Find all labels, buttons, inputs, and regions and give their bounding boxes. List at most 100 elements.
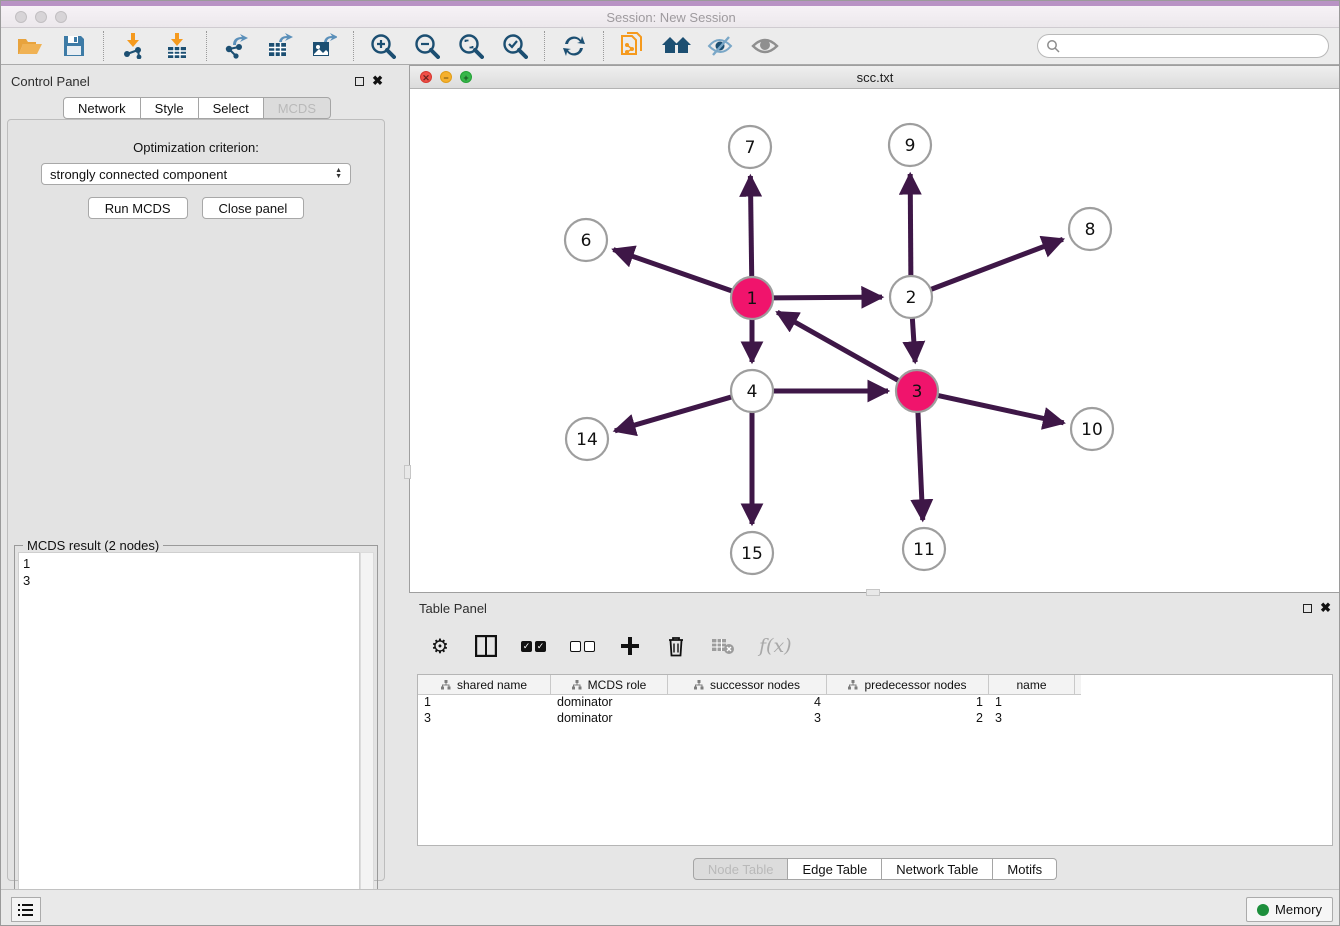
table-cell[interactable]: dominator [551,695,668,711]
close-table-panel-icon[interactable]: ✖ [1320,603,1331,613]
table-panel-header: Table Panel ✖ [409,596,1340,620]
close-panel-button[interactable]: Close panel [202,197,305,219]
select-stepper-icon: ▲▼ [335,168,342,180]
tab-mcds[interactable]: MCDS [264,97,331,119]
export-network-icon[interactable] [221,32,251,60]
table-cell[interactable]: 3 [668,711,827,727]
optimization-criterion-label: Optimization criterion: [8,140,384,155]
float-panel-icon[interactable] [355,77,364,86]
save-session-icon[interactable] [59,32,89,60]
hide-panel-icon[interactable] [706,32,736,60]
table-cell[interactable]: dominator [551,711,668,727]
edge-2-3[interactable] [912,317,915,362]
delete-icon[interactable] [665,633,687,659]
import-network-icon[interactable] [118,32,148,60]
zoom-out-icon[interactable] [412,32,442,60]
graph-node-label: 9 [905,136,916,156]
table-panel: Table Panel ✖ ⚙ ✓✓ f(x) shared nameMCDS … [409,596,1340,889]
tab-edge-table[interactable]: Edge Table [788,858,882,880]
network-graph[interactable]: 7968124314101511 [410,89,1340,592]
column-header-MCDS-role[interactable]: MCDS role [551,675,668,695]
import-table-icon[interactable] [162,32,192,60]
home-icon[interactable] [662,32,692,60]
table-cell[interactable]: 2 [827,711,989,727]
splitter-grip-horizontal[interactable] [866,589,880,596]
tab-network[interactable]: Network [63,97,141,119]
node-table[interactable]: shared name MCDS role successor nodes prede… [417,674,1333,846]
show-panel-icon[interactable] [750,32,780,60]
open-file-icon[interactable] [15,32,45,60]
edge-2-9[interactable] [910,174,911,277]
result-scrollbar[interactable] [360,552,374,923]
tab-network-table[interactable]: Network Table [882,858,993,880]
edge-2-8[interactable] [930,239,1063,290]
tab-style[interactable]: Style [141,97,199,119]
column-header-shared-name[interactable]: shared name [418,675,551,695]
search-input[interactable] [1037,34,1329,58]
control-panel-header: Control Panel ✖ [1,69,393,93]
export-image-icon[interactable] [309,32,339,60]
control-panel-tabs: Network Style Select MCDS [1,97,393,119]
close-panel-icon[interactable]: ✖ [372,76,383,86]
optimization-criterion-select[interactable]: strongly connected component ▲▼ [41,163,351,185]
table-body: 1dominator4113dominator323 [418,695,1332,727]
network-window-titlebar[interactable]: ✕ − + scc.txt [410,66,1340,89]
zoom-selected-icon[interactable] [500,32,530,60]
task-history-button[interactable] [11,897,41,922]
export-table-icon[interactable] [265,32,295,60]
gear-icon[interactable]: ⚙ [429,633,451,659]
memory-status-icon [1257,904,1269,916]
open-session-from-file-icon[interactable] [618,32,648,60]
network-close-icon[interactable]: ✕ [420,71,432,83]
tab-select[interactable]: Select [199,97,264,119]
table-cell[interactable]: 1 [989,695,1075,711]
network-maximize-icon[interactable]: + [460,71,472,83]
graph-node-label: 6 [581,231,592,251]
edge-3-1[interactable] [777,312,899,381]
deselect-all-icon[interactable] [570,633,595,659]
memory-label: Memory [1275,902,1322,917]
table-cell[interactable]: 1 [418,695,551,711]
column-header-label: successor nodes [710,678,800,692]
network-canvas[interactable]: 7968124314101511 [410,89,1340,592]
column-header-predecessor-nodes[interactable]: predecessor nodes [827,675,989,695]
network-minimize-icon[interactable]: − [440,71,452,83]
edge-1-2[interactable] [772,297,882,298]
table-cell[interactable]: 3 [418,711,551,727]
column-header-name[interactable]: name [989,675,1075,695]
splitter-grip-vertical[interactable] [404,465,411,479]
list-icon [18,903,34,917]
status-bar: Memory [1,889,1340,926]
float-table-panel-icon[interactable] [1303,604,1312,613]
tab-motifs[interactable]: Motifs [993,858,1057,880]
mcds-result-list[interactable]: 1 3 [18,552,360,923]
table-cell[interactable]: 1 [827,695,989,711]
table-cell[interactable]: 4 [668,695,827,711]
select-all-icon[interactable]: ✓✓ [521,633,546,659]
edge-4-14[interactable] [615,397,733,431]
refresh-layout-icon[interactable] [559,32,589,60]
column-layout-icon[interactable] [475,633,497,659]
edge-3-10[interactable] [937,395,1064,423]
column-header-successor-nodes[interactable]: successor nodes [668,675,827,695]
mcds-result-item[interactable]: 3 [23,572,355,589]
table-cell[interactable]: 3 [989,711,1075,727]
mcds-result-item[interactable]: 1 [23,555,355,572]
zoom-in-icon[interactable] [368,32,398,60]
edge-3-11[interactable] [918,411,923,520]
zoom-fit-icon[interactable] [456,32,486,60]
table-row[interactable]: 1dominator411 [418,695,1332,711]
tab-node-table[interactable]: Node Table [693,858,789,880]
column-header-label: shared name [457,678,527,692]
column-header-label: MCDS role [588,678,647,692]
application-window: Session: New Session [0,0,1340,926]
edge-1-6[interactable] [613,250,733,292]
add-column-icon[interactable] [619,633,641,659]
control-panel-title: Control Panel [11,74,90,89]
edge-1-7[interactable] [750,176,751,278]
network-window-title: scc.txt [410,70,1340,85]
window-title: Session: New Session [1,10,1340,25]
memory-button[interactable]: Memory [1246,897,1333,922]
run-mcds-button[interactable]: Run MCDS [88,197,188,219]
table-row[interactable]: 3dominator323 [418,711,1332,727]
